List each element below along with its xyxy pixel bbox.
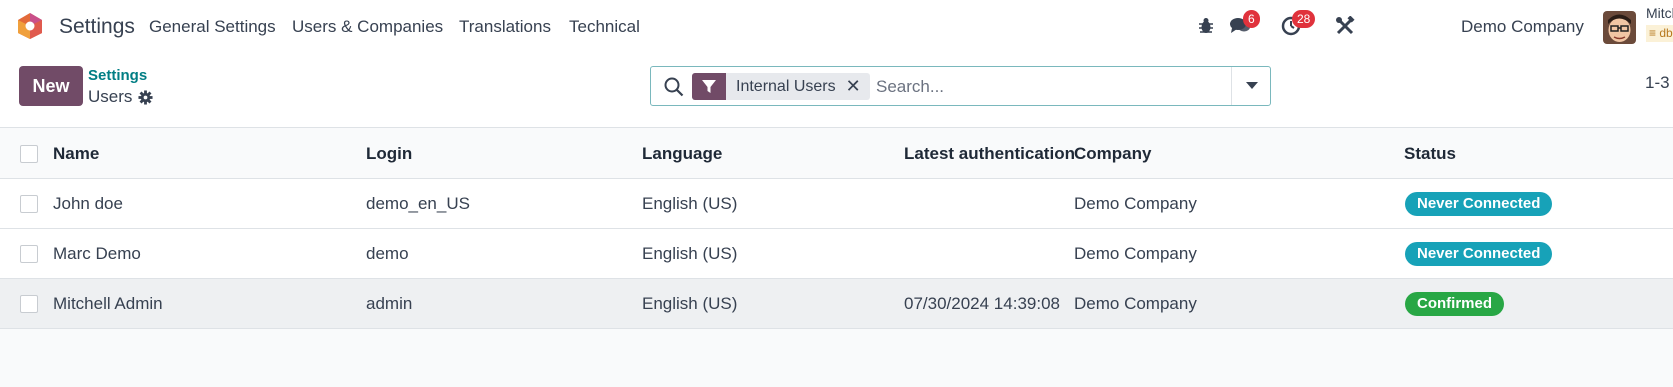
user-avatar[interactable]: [1603, 11, 1636, 44]
user-name[interactable]: Mitchell Admin: [1646, 5, 1673, 21]
table-row[interactable]: John doe demo_en_US English (US) Demo Co…: [0, 179, 1673, 229]
new-button[interactable]: New: [19, 66, 83, 106]
cell-name: Marc Demo: [53, 244, 141, 263]
top-navbar: Settings General Settings Users & Compan…: [0, 0, 1673, 53]
cell-login: admin: [366, 294, 413, 313]
tools-wrench-icon[interactable]: [1333, 14, 1357, 38]
odoo-logo-icon[interactable]: [17, 12, 43, 40]
cell-company: Demo Company: [1074, 294, 1197, 313]
column-header-status[interactable]: Status: [1404, 129, 1456, 179]
cell-company: Demo Company: [1074, 244, 1197, 263]
cell-name: Mitchell Admin: [53, 294, 163, 313]
filter-funnel-icon: [692, 73, 726, 100]
status-badge: Confirmed: [1405, 292, 1504, 316]
cell-language: English (US): [642, 244, 738, 263]
search-input[interactable]: [876, 75, 1216, 99]
row-checkbox[interactable]: [20, 195, 38, 213]
search-options-toggle[interactable]: [1231, 67, 1271, 105]
activities-counter-badge: 28: [1292, 10, 1316, 28]
select-all-checkbox[interactable]: [20, 145, 38, 163]
cell-login: demo_en_US: [366, 194, 470, 213]
debug-bug-icon[interactable]: [1194, 14, 1218, 38]
pager-value[interactable]: 1-3: [1645, 73, 1670, 93]
control-panel: New Settings Users Internal Users ✕ Sear…: [0, 53, 1673, 128]
menu-translations[interactable]: Translations: [459, 17, 551, 37]
menu-users-companies[interactable]: Users & Companies: [292, 17, 443, 37]
column-header-login[interactable]: Login: [366, 129, 412, 179]
column-header-company[interactable]: Company: [1074, 129, 1151, 179]
breadcrumb-current: Users: [88, 87, 153, 107]
status-badge: Never Connected: [1405, 192, 1553, 216]
column-header-language[interactable]: Language: [642, 129, 722, 179]
cell-latest-authentication: 07/30/2024 14:39:08: [904, 294, 1060, 313]
cell-language: English (US): [642, 294, 738, 313]
menu-general-settings[interactable]: General Settings: [149, 17, 276, 37]
search-bar: Internal Users ✕: [650, 66, 1271, 106]
page-title: Users: [88, 87, 133, 106]
table-header-row: Name Login Language Latest authenticatio…: [0, 129, 1673, 179]
facet-label: Internal Users: [736, 78, 836, 95]
cell-login: demo: [366, 244, 409, 263]
row-checkbox[interactable]: [20, 295, 38, 313]
cell-company: Demo Company: [1074, 194, 1197, 213]
column-header-latest-authentication[interactable]: Latest authentication: [904, 129, 1075, 179]
status-badge: Never Connected: [1405, 242, 1553, 266]
database-name: db: [1659, 26, 1673, 40]
search-facet-internal-users: Internal Users ✕: [692, 73, 870, 100]
breadcrumb-settings-link[interactable]: Settings: [88, 67, 147, 84]
column-header-name[interactable]: Name: [53, 129, 99, 179]
table-row[interactable]: Marc Demo demo English (US) Demo Company…: [0, 229, 1673, 279]
table-row[interactable]: Mitchell Admin admin English (US) 07/30/…: [0, 279, 1673, 329]
row-checkbox[interactable]: [20, 245, 38, 263]
caret-down-icon: [1245, 82, 1258, 89]
cell-language: English (US): [642, 194, 738, 213]
company-switcher[interactable]: Demo Company: [1461, 17, 1584, 37]
gear-icon[interactable]: [138, 89, 153, 105]
cell-name: John doe: [53, 194, 123, 213]
search-icon[interactable]: [663, 76, 685, 98]
facet-remove-icon[interactable]: ✕: [846, 73, 870, 100]
app-title[interactable]: Settings: [59, 15, 135, 39]
database-badge: ≡ db: [1646, 25, 1673, 42]
menu-technical[interactable]: Technical: [569, 17, 640, 37]
messages-counter-badge: 6: [1243, 10, 1260, 28]
users-list-table: Name Login Language Latest authenticatio…: [0, 129, 1673, 329]
